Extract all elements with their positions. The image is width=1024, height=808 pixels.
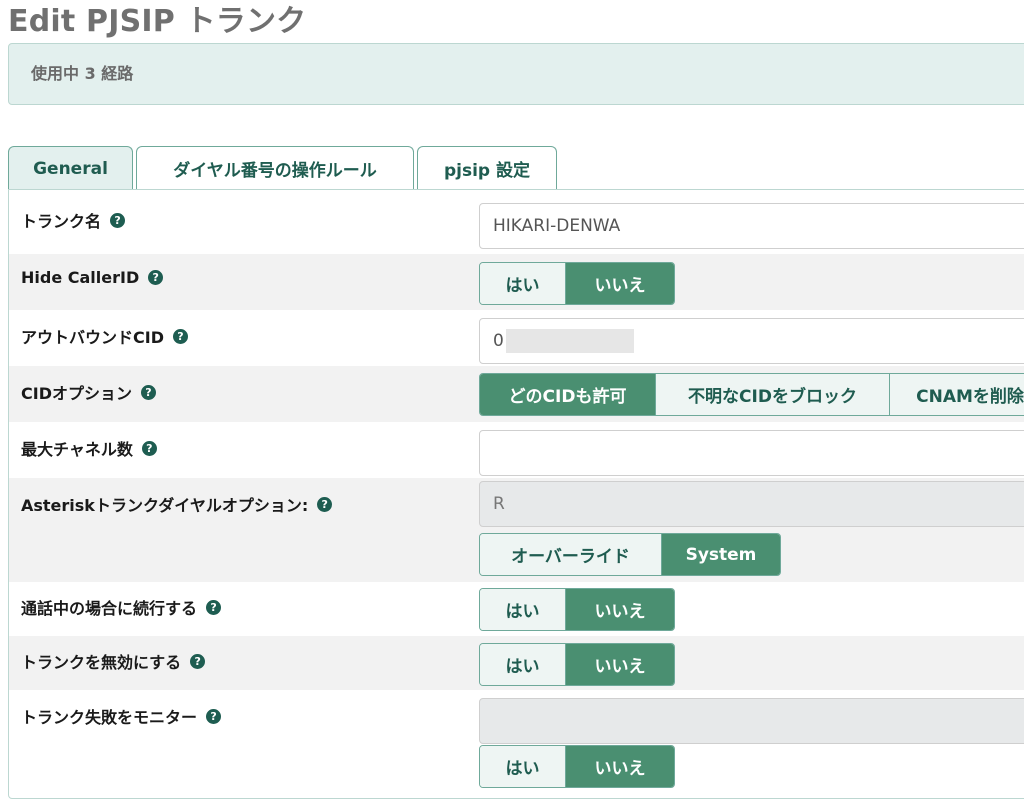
monitor-failures-no[interactable]: いいえ [566,746,674,787]
continue-if-busy-label: 通話中の場合に続行する ? [21,595,222,619]
usage-text: 使用中 3 経路 [31,64,134,83]
max-channels-label: 最大チャネル数 ? [21,436,157,460]
help-icon[interactable]: ? [140,384,156,400]
cid-allow-any[interactable]: どのCIDも許可 [480,374,656,415]
cid-options-toggle: どのCIDも許可 不明なCIDをブロック CNAMを削除 [479,373,1024,416]
trunk-name-row: トランク名 ? HIKARI-DENWA [9,190,1024,254]
monitor-failures-row: トランク失敗をモニター ? はい いいえ [9,690,1024,798]
dial-options-toggle: オーバーライド System [479,533,781,576]
dial-options-system[interactable]: System [662,534,780,575]
cid-options-row: CIDオプション ? どのCIDも許可 不明なCIDをブロック CNAMを削除 [9,366,1024,422]
disable-trunk-no[interactable]: いいえ [566,644,674,685]
cid-options-label: CIDオプション ? [21,380,156,404]
help-icon[interactable]: ? [110,212,126,228]
continue-if-busy-no[interactable]: いいえ [566,589,674,630]
hide-callerid-no[interactable]: いいえ [566,263,674,304]
trunk-name-input[interactable]: HIKARI-DENWA [479,203,1024,249]
hide-callerid-row: Hide CallerID ? はい いいえ [9,254,1024,310]
hide-callerid-toggle: はい いいえ [479,262,675,305]
tab-dial-rules[interactable]: ダイヤル番号の操作ルール [136,146,414,190]
outbound-cid-input[interactable]: 0 [479,318,1024,364]
usage-info-box: 使用中 3 経路 [8,43,1024,105]
monitor-failures-yes[interactable]: はい [480,746,566,787]
redacted-block [505,329,634,353]
hide-callerid-yes[interactable]: はい [480,263,566,304]
continue-if-busy-toggle: はい いいえ [479,588,675,631]
help-icon[interactable]: ? [190,653,206,669]
tab-general[interactable]: General [8,146,133,191]
dial-options-row: Asteriskトランクダイヤルオプション: ? R オーバーライド Syste… [9,478,1024,582]
max-channels-input[interactable] [479,430,1024,476]
general-panel: トランク名 ? HIKARI-DENWA Hide CallerID ? はい … [8,189,1024,799]
continue-if-busy-yes[interactable]: はい [480,589,566,630]
cid-remove-cnam[interactable]: CNAMを削除 [890,374,1024,415]
help-icon[interactable]: ? [206,599,222,615]
help-icon[interactable]: ? [148,270,164,285]
page-title: Edit PJSIP トランク [8,4,307,39]
cid-block-unknown[interactable]: 不明なCIDをブロック [656,374,890,415]
help-icon[interactable]: ? [206,708,222,724]
hide-callerid-label: Hide CallerID ? [21,268,164,287]
disable-trunk-toggle: はい いいえ [479,643,675,686]
monitor-failures-toggle: はい いいえ [479,745,675,788]
help-icon[interactable]: ? [172,328,188,344]
trunk-name-label: トランク名 ? [21,208,126,232]
dial-options-override[interactable]: オーバーライド [480,534,662,575]
continue-if-busy-row: 通話中の場合に続行する ? はい いいえ [9,582,1024,636]
dial-options-label: Asteriskトランクダイヤルオプション: ? [21,492,333,516]
tab-pjsip-settings[interactable]: pjsip 設定 [417,146,557,190]
max-channels-row: 最大チャネル数 ? [9,422,1024,478]
dial-options-input[interactable]: R [479,481,1024,527]
disable-trunk-yes[interactable]: はい [480,644,566,685]
help-icon[interactable]: ? [141,440,157,456]
outbound-cid-row: アウトバウンドCID ? 0 [9,310,1024,366]
outbound-cid-label: アウトバウンドCID ? [21,324,188,348]
monitor-failures-label: トランク失敗をモニター ? [21,704,222,728]
monitor-failures-input[interactable] [479,698,1024,744]
disable-trunk-row: トランクを無効にする ? はい いいえ [9,636,1024,690]
disable-trunk-label: トランクを無効にする ? [21,649,206,673]
help-icon[interactable]: ? [317,496,333,512]
